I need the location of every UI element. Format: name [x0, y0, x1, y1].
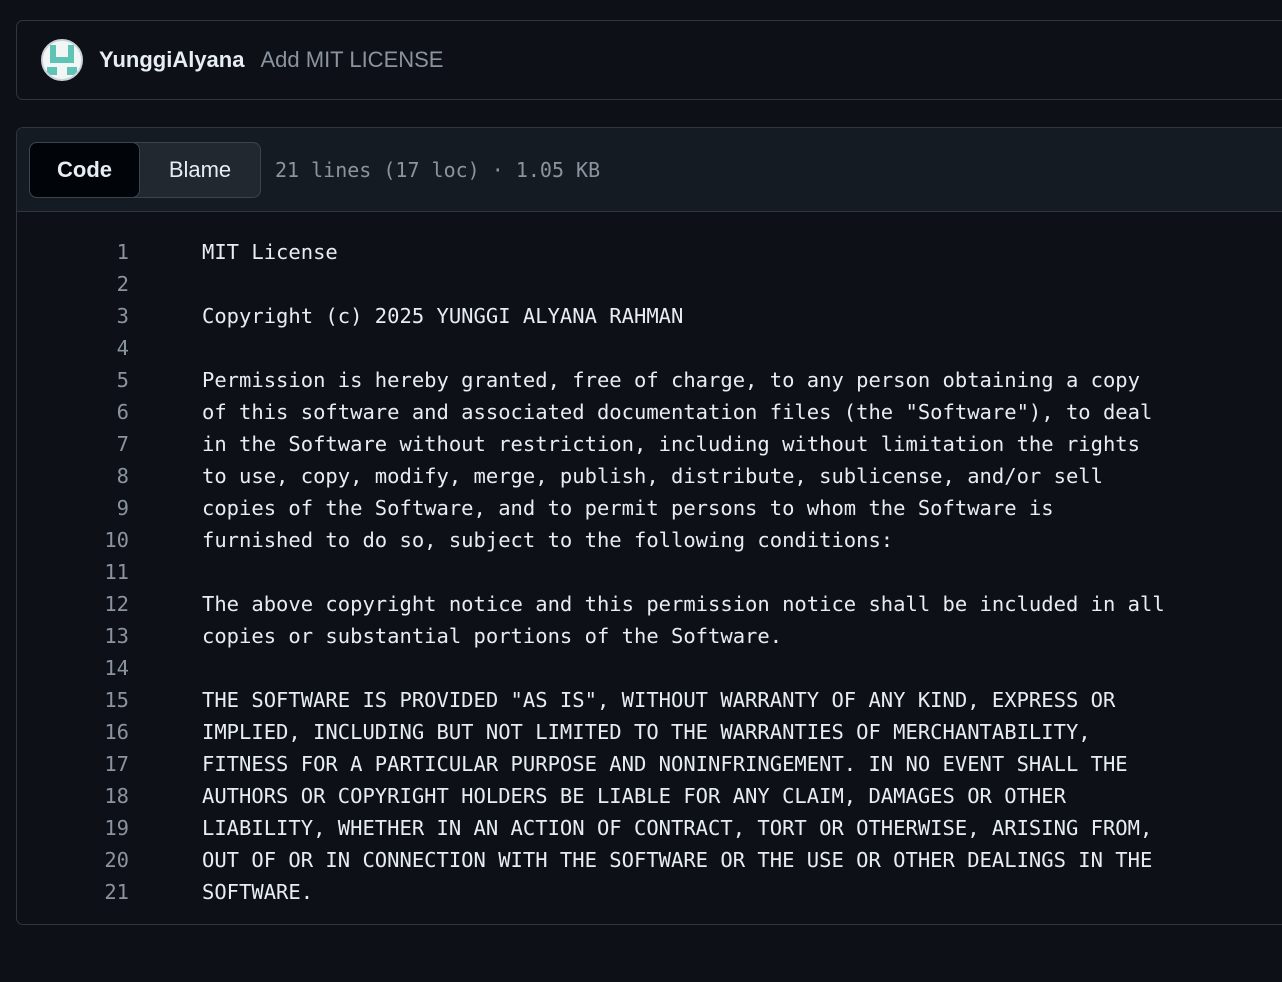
line-number[interactable]: 18 [17, 784, 129, 808]
line-number[interactable]: 21 [17, 880, 129, 904]
code-line: 20 OUT OF OR IN CONNECTION WITH THE SOFTW… [17, 844, 1282, 876]
code-line: 19 LIABILITY, WHETHER IN AN ACTION OF CON… [17, 812, 1282, 844]
file-viewer: Code Blame 21 lines (17 loc) · 1.05 KB 1… [16, 127, 1282, 925]
code-line: 14 [17, 652, 1282, 684]
line-content: LIABILITY, WHETHER IN AN ACTION OF CONTR… [202, 816, 1153, 840]
code-line: 3 Copyright (c) 2025 YUNGGI ALYANA RAHMAN [17, 300, 1282, 332]
line-content: copies or substantial portions of the So… [202, 624, 783, 648]
file-stats: 21 lines (17 loc) · 1.05 KB [275, 157, 601, 182]
line-content: in the Software without restriction, inc… [202, 432, 1140, 456]
code-line: 15 THE SOFTWARE IS PROVIDED "AS IS", WITH… [17, 684, 1282, 716]
line-number[interactable]: 15 [17, 688, 129, 712]
line-content: SOFTWARE. [202, 880, 314, 904]
line-number[interactable]: 13 [17, 624, 129, 648]
line-number[interactable]: 20 [17, 848, 129, 872]
code-tab[interactable]: Code [29, 141, 140, 198]
commit-author-link[interactable]: YunggiAlyana [99, 47, 244, 73]
line-content: AUTHORS OR COPYRIGHT HOLDERS BE LIABLE F… [202, 784, 1066, 808]
line-content: FITNESS FOR A PARTICULAR PURPOSE AND NON… [202, 752, 1128, 776]
line-content: MIT License [202, 240, 338, 264]
code-line: 1 MIT License [17, 236, 1282, 268]
line-content: to use, copy, modify, merge, publish, di… [202, 464, 1103, 488]
code-line: 9 copies of the Software, and to permit p… [17, 492, 1282, 524]
code-line: 2 [17, 268, 1282, 300]
line-content: copies of the Software, and to permit pe… [202, 496, 1054, 520]
line-number[interactable]: 6 [17, 400, 129, 424]
code-line: 12 The above copyright notice and this pe… [17, 588, 1282, 620]
view-mode-toggle: Code Blame [29, 141, 261, 198]
line-number[interactable]: 2 [17, 272, 129, 296]
line-number[interactable]: 11 [17, 560, 129, 584]
line-number[interactable]: 14 [17, 656, 129, 680]
line-number[interactable]: 8 [17, 464, 129, 488]
line-content: of this software and associated document… [202, 400, 1153, 424]
code-line: 4 [17, 332, 1282, 364]
identicon-avatar-icon [43, 41, 81, 79]
code-line: 13 copies or substantial portions of the … [17, 620, 1282, 652]
line-number[interactable]: 3 [17, 304, 129, 328]
line-number[interactable]: 5 [17, 368, 129, 392]
code-line: 17 FITNESS FOR A PARTICULAR PURPOSE AND N… [17, 748, 1282, 780]
blame-tab[interactable]: Blame [140, 143, 260, 197]
code-line: 18 AUTHORS OR COPYRIGHT HOLDERS BE LIABLE… [17, 780, 1282, 812]
line-content: The above copyright notice and this perm… [202, 592, 1165, 616]
line-number[interactable]: 10 [17, 528, 129, 552]
line-number[interactable]: 16 [17, 720, 129, 744]
line-content: IMPLIED, INCLUDING BUT NOT LIMITED TO TH… [202, 720, 1091, 744]
line-content: furnished to do so, subject to the follo… [202, 528, 894, 552]
line-number[interactable]: 7 [17, 432, 129, 456]
code-line: 8 to use, copy, modify, merge, publish, d… [17, 460, 1282, 492]
line-number[interactable]: 4 [17, 336, 129, 360]
line-number[interactable]: 12 [17, 592, 129, 616]
line-number[interactable]: 1 [17, 240, 129, 264]
code-view[interactable]: 1 MIT License 2 3 Copyright (c) 2025 YUNGGI … [17, 212, 1282, 908]
code-line: 10 furnished to do so, subject to the fol… [17, 524, 1282, 556]
code-line: 21 SOFTWARE. [17, 876, 1282, 908]
code-line: 5 Permission is hereby granted, free of c… [17, 364, 1282, 396]
code-line: 11 [17, 556, 1282, 588]
line-number[interactable]: 17 [17, 752, 129, 776]
file-header: Code Blame 21 lines (17 loc) · 1.05 KB [17, 128, 1282, 212]
line-number[interactable]: 19 [17, 816, 129, 840]
code-line: 7 in the Software without restriction, in… [17, 428, 1282, 460]
line-content: THE SOFTWARE IS PROVIDED "AS IS", WITHOU… [202, 688, 1116, 712]
line-content: Permission is hereby granted, free of ch… [202, 368, 1140, 392]
line-content: OUT OF OR IN CONNECTION WITH THE SOFTWAR… [202, 848, 1153, 872]
line-content: Copyright (c) 2025 YUNGGI ALYANA RAHMAN [202, 304, 684, 328]
commit-bar: YunggiAlyana Add MIT LICENSE [16, 20, 1282, 100]
code-line: 6 of this software and associated documen… [17, 396, 1282, 428]
commit-message-link[interactable]: Add MIT LICENSE [260, 47, 443, 73]
code-line: 16 IMPLIED, INCLUDING BUT NOT LIMITED TO … [17, 716, 1282, 748]
line-number[interactable]: 9 [17, 496, 129, 520]
avatar[interactable] [41, 39, 83, 81]
